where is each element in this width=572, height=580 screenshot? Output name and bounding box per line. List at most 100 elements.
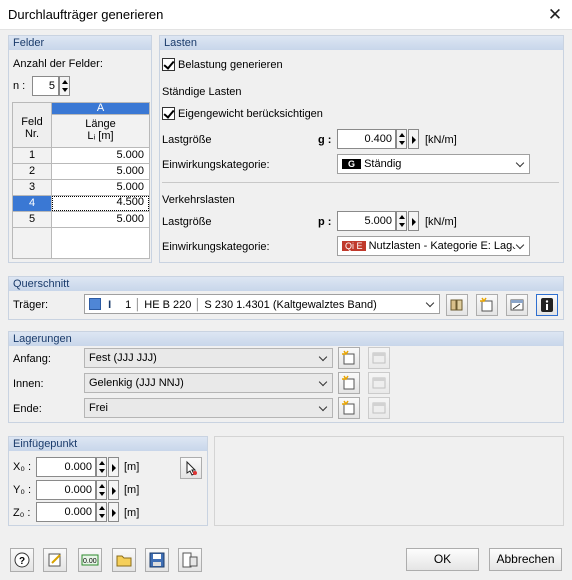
edit-window-icon bbox=[372, 352, 386, 364]
n-label: n : bbox=[13, 80, 26, 92]
x0-menu-button[interactable] bbox=[108, 457, 119, 477]
perm-category-select[interactable]: G Ständig bbox=[337, 154, 530, 174]
svg-text:0.00: 0.00 bbox=[83, 558, 97, 565]
new-support-start-button[interactable] bbox=[338, 347, 360, 369]
x0-input[interactable]: 0.000 bbox=[36, 457, 96, 477]
save-button[interactable] bbox=[145, 548, 169, 572]
perm-load-menu-button[interactable] bbox=[408, 129, 419, 149]
generate-load-checkbox[interactable] bbox=[162, 58, 175, 71]
preview-panel bbox=[214, 436, 564, 526]
selfweight-checkbox[interactable] bbox=[162, 107, 175, 120]
table-row-value-selected[interactable]: 4.500 bbox=[51, 195, 150, 212]
new-item-icon bbox=[342, 375, 355, 390]
chevron-down-icon bbox=[318, 377, 328, 387]
edit-section-button[interactable] bbox=[506, 294, 528, 316]
y0-spinner[interactable] bbox=[96, 480, 107, 500]
traffic-size-label: Lastgröße bbox=[162, 216, 212, 228]
support-inner-label: Innen: bbox=[13, 378, 44, 390]
y0-label: Y₀ : bbox=[13, 484, 32, 496]
cross-section-select[interactable]: I 1 │ HE B 220 │ S 230 1.4301 (Kaltgewal… bbox=[84, 294, 440, 314]
felder-header: Felder bbox=[9, 36, 151, 50]
traffic-category-value: Nutzlasten - Kategorie E: Lage bbox=[368, 240, 519, 252]
traffic-category-select[interactable]: Qi E Nutzlasten - Kategorie E: Lage bbox=[337, 236, 530, 256]
table-empty-nr bbox=[12, 227, 52, 259]
window-title: Durchlaufträger generieren bbox=[8, 7, 164, 22]
einfuegepunkt-header: Einfügepunkt bbox=[9, 437, 207, 451]
traffic-load-spinner[interactable] bbox=[396, 211, 407, 231]
z0-menu-button[interactable] bbox=[108, 502, 119, 522]
traffic-load-input[interactable]: 5.000 bbox=[337, 211, 396, 231]
field-count-input[interactable]: 5 bbox=[32, 76, 59, 96]
table-row-value[interactable]: 5.000 bbox=[51, 179, 150, 196]
support-start-label: Anfang: bbox=[13, 353, 51, 365]
table-row-nr[interactable]: 2 bbox=[12, 163, 52, 180]
library-icon bbox=[450, 299, 463, 311]
x0-unit: [m] bbox=[124, 461, 140, 473]
chevron-down-icon bbox=[318, 352, 328, 362]
chevron-down-icon bbox=[318, 402, 328, 412]
cancel-button[interactable]: Abbrechen bbox=[489, 548, 562, 571]
i-beam-icon: I bbox=[108, 299, 112, 311]
lasten-header: Lasten bbox=[160, 36, 563, 50]
traffic-unit: [kN/m] bbox=[425, 216, 457, 228]
lagerungen-header: Lagerungen bbox=[9, 332, 563, 346]
table-row-nr[interactable]: 5 bbox=[12, 211, 52, 228]
table-row-value[interactable]: 5.000 bbox=[51, 147, 150, 164]
new-item-icon bbox=[342, 350, 355, 365]
column-header-unit: Lᵢ [m] bbox=[87, 130, 114, 142]
edit-support-inner-button[interactable] bbox=[368, 372, 390, 394]
lasten-divider bbox=[162, 182, 559, 183]
edit-window-icon bbox=[510, 299, 524, 311]
support-start-select[interactable]: Fest (JJJ JJJ) bbox=[84, 348, 333, 368]
selfweight-label: Eigengewicht berücksichtigen bbox=[178, 108, 323, 120]
g-badge: G bbox=[342, 159, 362, 169]
new-section-button[interactable] bbox=[476, 294, 498, 316]
column-header-laenge: Länge bbox=[85, 118, 116, 130]
table-row-nr[interactable]: 3 bbox=[12, 179, 52, 196]
column-header-length: Länge Lᵢ [m] bbox=[51, 114, 150, 148]
cross-section-index: 1 bbox=[125, 299, 132, 311]
table-row-nr[interactable]: 1 bbox=[12, 147, 52, 164]
help-button[interactable]: ? bbox=[10, 548, 34, 572]
new-support-end-button[interactable] bbox=[338, 397, 360, 419]
close-button[interactable]: ✕ bbox=[540, 2, 570, 28]
edit-window-icon bbox=[372, 377, 386, 389]
new-item-icon bbox=[480, 297, 493, 312]
edit-icon bbox=[48, 553, 61, 567]
export-button[interactable] bbox=[178, 548, 202, 572]
cross-section-color-swatch bbox=[89, 298, 101, 310]
field-count-spinner[interactable] bbox=[59, 76, 70, 96]
cross-section-profile: HE B 220 bbox=[144, 299, 192, 311]
open-button[interactable] bbox=[112, 548, 136, 572]
new-support-inner-button[interactable] bbox=[338, 372, 360, 394]
units-button[interactable]: 0.00 bbox=[78, 548, 102, 572]
edit-support-end-button[interactable] bbox=[368, 397, 390, 419]
ok-button[interactable]: OK bbox=[406, 548, 479, 571]
support-inner-value: Gelenkig (JJJ NNJ) bbox=[89, 377, 184, 389]
chevron-down-icon bbox=[425, 298, 435, 308]
y0-menu-button[interactable] bbox=[108, 480, 119, 500]
generate-load-label: Belastung generieren bbox=[178, 59, 283, 71]
traffic-symbol: p : bbox=[318, 216, 332, 228]
support-inner-select[interactable]: Gelenkig (JJJ NNJ) bbox=[84, 373, 333, 393]
edit-button[interactable] bbox=[43, 548, 67, 572]
traffic-load-menu-button[interactable] bbox=[408, 211, 419, 231]
perm-category-value: Ständig bbox=[364, 158, 402, 170]
z0-input[interactable]: 0.000 bbox=[36, 502, 96, 522]
y0-input[interactable]: 0.000 bbox=[36, 480, 96, 500]
library-button[interactable] bbox=[446, 294, 468, 316]
perm-load-spinner[interactable] bbox=[396, 129, 407, 149]
save-icon bbox=[149, 552, 165, 568]
table-row-nr-selected[interactable]: 4 bbox=[12, 195, 52, 212]
x0-spinner[interactable] bbox=[96, 457, 107, 477]
table-row-value[interactable]: 5.000 bbox=[51, 163, 150, 180]
edit-support-start-button[interactable] bbox=[368, 347, 390, 369]
z0-spinner[interactable] bbox=[96, 502, 107, 522]
pick-point-button[interactable] bbox=[180, 457, 202, 479]
perm-load-input[interactable]: 0.400 bbox=[337, 129, 396, 149]
title-bar: Durchlaufträger generieren ✕ bbox=[0, 0, 572, 30]
info-button[interactable] bbox=[536, 294, 558, 316]
support-end-select[interactable]: Frei bbox=[84, 398, 333, 418]
table-row-value[interactable]: 5.000 bbox=[51, 211, 150, 228]
info-icon bbox=[541, 298, 553, 312]
